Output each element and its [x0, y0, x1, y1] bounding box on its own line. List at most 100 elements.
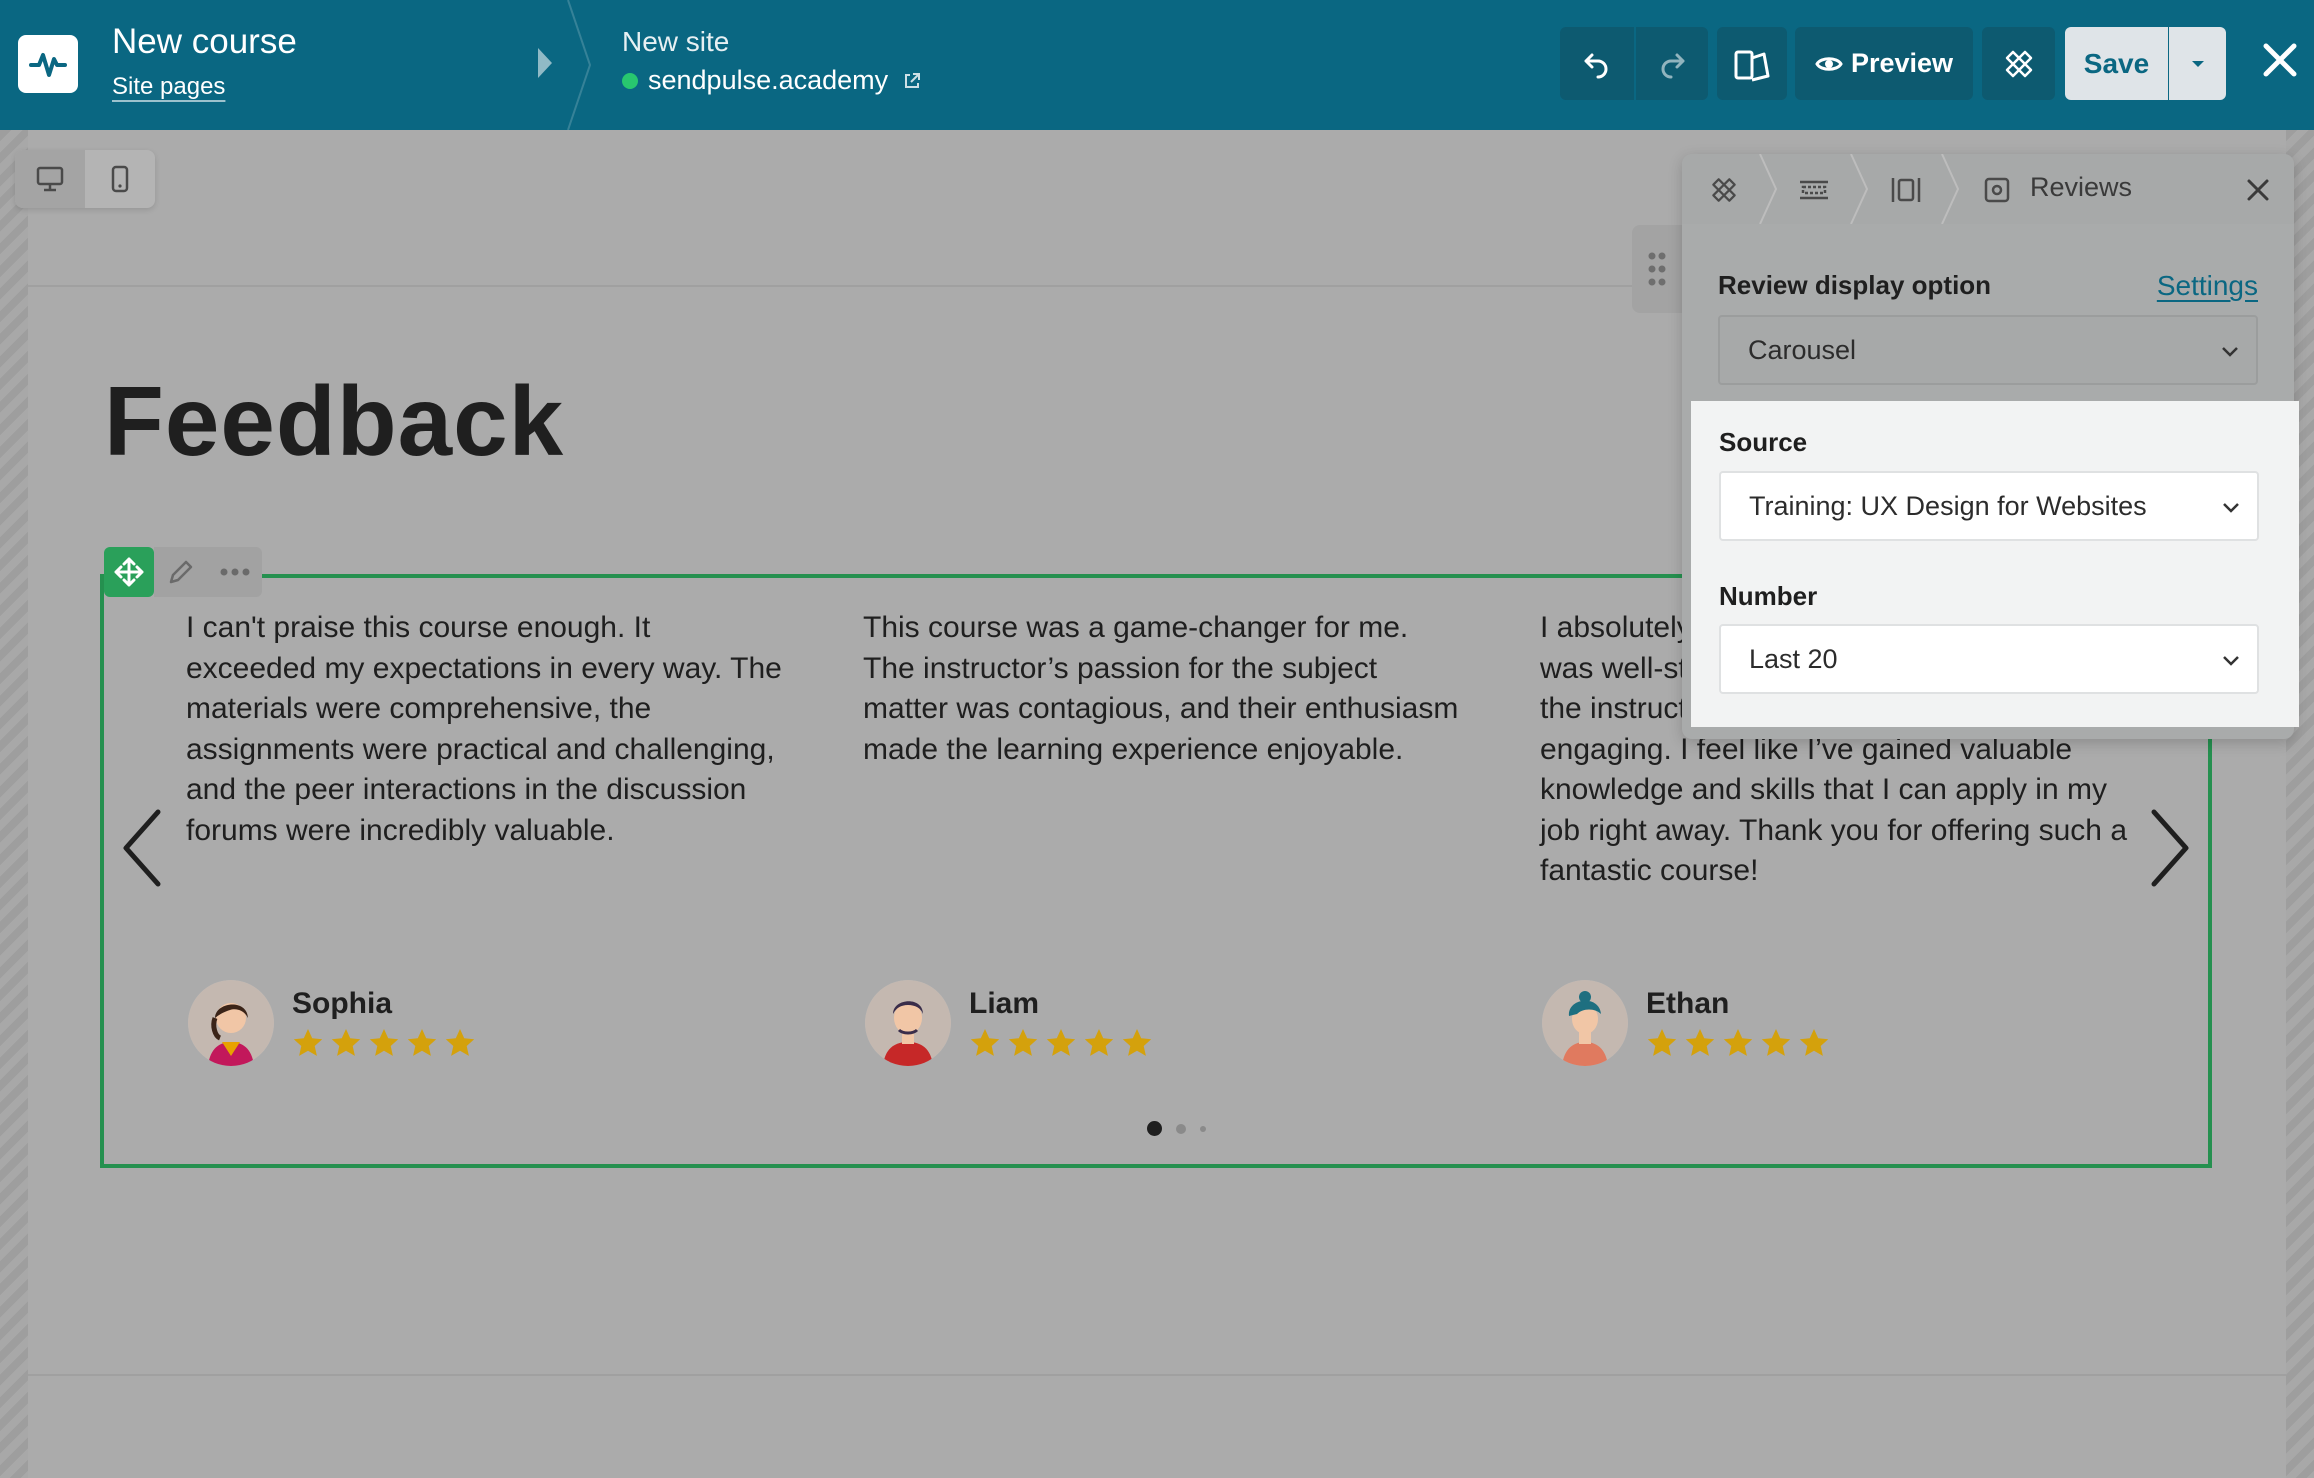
close-icon — [2263, 43, 2297, 77]
chevron-right-icon — [2151, 809, 2189, 887]
caret-down-icon — [2191, 60, 2204, 67]
reviewer: Ethan — [1542, 980, 1830, 1066]
reviews-block-icon — [1984, 177, 2010, 203]
star-icon — [1008, 1029, 1038, 1056]
review-card: This course was a game-changer for me. T… — [863, 608, 1463, 770]
course-title: New course — [112, 22, 297, 61]
star-icon — [1685, 1029, 1715, 1056]
star-icon — [1799, 1029, 1829, 1056]
breadcrumb-caret-icon[interactable] — [538, 48, 552, 78]
star-icon — [1122, 1029, 1152, 1056]
star-rating — [292, 1027, 476, 1059]
external-link-icon[interactable] — [902, 71, 922, 91]
site-url-link[interactable]: sendpulse.academy — [622, 65, 922, 96]
reviewer: Liam — [865, 980, 1153, 1066]
pulse-icon — [29, 53, 67, 77]
star-icon — [331, 1029, 361, 1056]
carousel-dot[interactable] — [1147, 1121, 1162, 1136]
star-icon — [970, 1029, 1000, 1056]
save-button[interactable]: Save — [2065, 27, 2168, 100]
avatar — [1542, 980, 1628, 1066]
move-block-button[interactable] — [104, 547, 154, 597]
design-tab[interactable] — [1702, 168, 1746, 212]
display-option-select[interactable]: Carousel — [1718, 315, 2258, 385]
reviews-tab[interactable] — [1975, 168, 2019, 212]
star-icon — [1647, 1029, 1677, 1056]
save-options-button[interactable] — [2169, 27, 2226, 100]
star-rating — [1646, 1027, 1830, 1059]
mobile-view-button[interactable] — [85, 150, 155, 208]
carousel-next-button[interactable] — [2140, 798, 2200, 898]
redo-icon — [1661, 53, 1685, 78]
carousel-dot[interactable] — [1200, 1125, 1206, 1132]
source-value: Training: UX Design for Websites — [1749, 490, 2147, 521]
pencil-icon — [169, 560, 193, 584]
column-icon — [1891, 178, 1921, 202]
mobile-icon — [111, 165, 129, 193]
app-logo[interactable] — [18, 35, 78, 93]
source-select[interactable]: Training: UX Design for Websites — [1719, 471, 2259, 541]
panel-title: Reviews — [2030, 172, 2133, 202]
desktop-view-button[interactable] — [15, 150, 85, 208]
design-button[interactable] — [1982, 27, 2055, 100]
pages-button[interactable] — [1717, 27, 1787, 100]
column-tab[interactable] — [1884, 168, 1928, 212]
undo-button[interactable] — [1560, 27, 1634, 100]
canvas-left-margin — [0, 130, 28, 1478]
number-label: Number — [1719, 581, 1818, 611]
section-tab[interactable] — [1792, 168, 1836, 212]
source-label: Source — [1719, 427, 1808, 457]
carousel-dot[interactable] — [1176, 1123, 1186, 1134]
chevron-down-icon — [2223, 503, 2239, 513]
review-text: I can't praise this course enough. It ex… — [186, 611, 782, 847]
tab-separator — [1850, 154, 1869, 224]
number-value: Last 20 — [1749, 643, 1838, 674]
more-options-button[interactable] — [208, 547, 262, 597]
breadcrumb-separator — [567, 0, 592, 130]
preview-button[interactable]: Preview — [1795, 27, 1973, 100]
carousel-prev-button[interactable] — [112, 798, 172, 898]
pages-icon — [1734, 50, 1770, 81]
number-select[interactable]: Last 20 — [1719, 624, 2259, 694]
ruler-pencil-icon — [1712, 178, 1736, 202]
edit-block-button[interactable] — [154, 547, 208, 597]
avatar — [865, 980, 951, 1066]
star-icon — [407, 1029, 437, 1056]
star-icon — [369, 1029, 399, 1056]
close-editor-button[interactable] — [2258, 38, 2302, 82]
section-icon — [1800, 180, 1828, 200]
close-icon — [2247, 179, 2269, 201]
top-bar: New course Site pages New site sendpulse… — [0, 0, 2314, 130]
star-rating — [969, 1027, 1153, 1059]
source-settings-section: Source Training: UX Design for Websites … — [1691, 401, 2299, 727]
chevron-down-icon — [2223, 656, 2239, 666]
device-switcher — [15, 150, 155, 208]
drag-dots-icon — [1648, 252, 1666, 286]
move-icon — [114, 557, 144, 587]
display-option-label: Review display option — [1718, 270, 1992, 300]
page-heading[interactable]: Feedback — [104, 365, 564, 478]
chevron-left-icon — [123, 809, 161, 887]
close-panel-button[interactable] — [2240, 172, 2276, 208]
tab-separator — [1941, 154, 1960, 224]
section-drag-handle[interactable] — [1632, 225, 1682, 313]
star-icon — [1761, 1029, 1791, 1056]
online-status-dot — [622, 72, 638, 89]
star-icon — [445, 1029, 475, 1056]
more-dots-icon — [220, 568, 250, 576]
reviewer-name: Liam — [969, 987, 1040, 1020]
carousel-pagination — [1147, 1121, 1206, 1136]
tab-separator — [1759, 154, 1778, 224]
eye-icon — [1815, 56, 1843, 71]
star-icon — [1084, 1029, 1114, 1056]
panel-breadcrumb-tabs: Reviews — [1682, 154, 2294, 224]
block-toolbar — [104, 547, 262, 597]
settings-link[interactable]: Settings — [2157, 270, 2258, 302]
avatar — [188, 980, 274, 1066]
redo-button[interactable] — [1636, 27, 1708, 100]
site-url[interactable]: sendpulse.academy — [648, 65, 888, 96]
ruler-pencil-icon — [2005, 50, 2032, 77]
site-pages-link[interactable]: Site pages — [112, 73, 225, 101]
undo-icon — [1584, 53, 1608, 78]
reviewer-name: Ethan — [1646, 987, 1730, 1020]
